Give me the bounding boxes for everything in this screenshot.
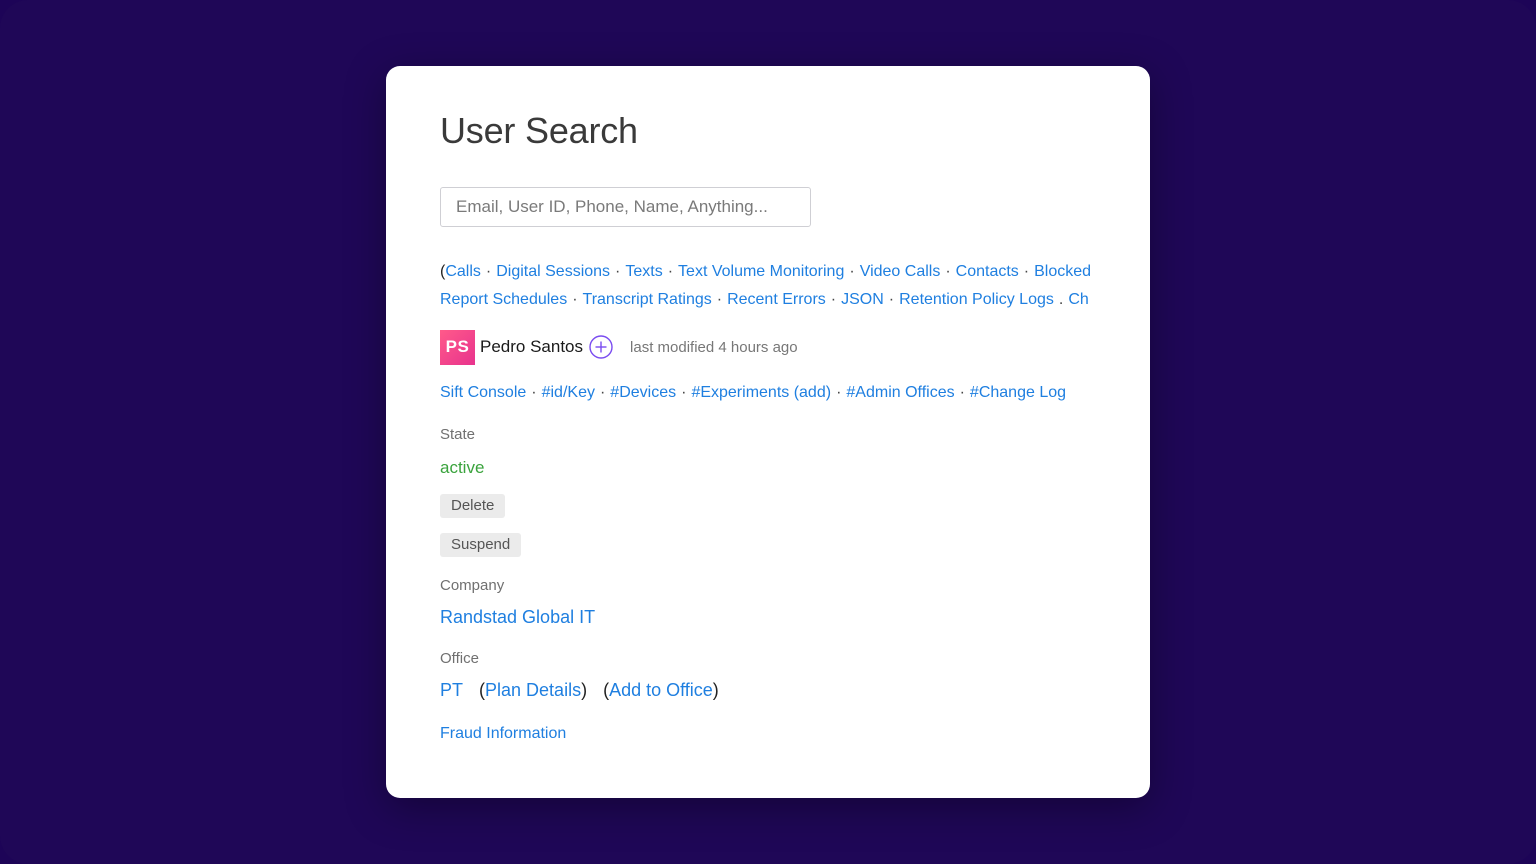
change-log-link[interactable]: #Change Log <box>970 384 1066 401</box>
company-link[interactable]: Randstad Global IT <box>440 607 595 628</box>
user-header: PS Pedro Santos last modified 4 hours ag… <box>440 329 798 365</box>
suspend-button[interactable]: Suspend <box>440 533 522 557</box>
separator: · <box>485 263 492 280</box>
user-name: Pedro Santos <box>480 337 584 356</box>
separator-dot: . <box>1058 291 1064 308</box>
texts-link[interactable]: Texts <box>625 263 662 280</box>
last-modified-text: last modified 4 hours ago <box>630 338 798 356</box>
close-paren: ) <box>581 680 588 700</box>
fraud-information-link[interactable]: Fraud Information <box>440 725 566 743</box>
json-link[interactable]: JSON <box>841 291 884 308</box>
delete-button[interactable]: Delete <box>440 494 506 518</box>
office-row: PT (Plan Details) (Add to Office) <box>440 680 719 701</box>
text-volume-monitoring-link[interactable]: Text Volume Monitoring <box>678 263 844 280</box>
separator: · <box>667 263 674 280</box>
id-key-link[interactable]: #id/Key <box>542 384 595 401</box>
digital-sessions-link[interactable]: Digital Sessions <box>496 263 610 280</box>
change-log-truncated-link[interactable]: Ch <box>1068 291 1088 308</box>
separator: · <box>1023 263 1030 280</box>
add-to-office-link[interactable]: Add to Office <box>609 680 713 700</box>
state-label: State <box>440 426 476 443</box>
separator: · <box>959 384 965 401</box>
admin-offices-link[interactable]: #Admin Offices <box>846 384 954 401</box>
page-title: User Search <box>440 110 638 151</box>
search-input[interactable] <box>440 187 811 227</box>
nav-links-row-1: (Calls · Digital Sessions · Texts · Text Volum… <box>440 263 1110 281</box>
separator: · <box>849 263 855 280</box>
add-circle-icon[interactable] <box>589 335 613 359</box>
separator: · <box>599 384 606 401</box>
blocked-link[interactable]: Blocked <box>1034 263 1091 280</box>
devices-link[interactable]: #Devices <box>610 384 676 401</box>
company-label: Company <box>440 577 505 594</box>
avatar: PS <box>440 329 475 365</box>
calls-link[interactable]: Calls <box>445 263 481 280</box>
user-links-row: Sift Console · #id/Key · #Devices · #Experimen… <box>440 384 1110 402</box>
separator: · <box>830 291 837 308</box>
separator: · <box>836 384 842 401</box>
state-value: active <box>440 458 485 477</box>
office-label: Office <box>440 650 479 667</box>
separator: · <box>681 384 687 401</box>
app-background: User Search (Calls·Digital Sessions·Text… <box>0 0 1536 864</box>
separator: · <box>945 263 951 280</box>
recent-errors-link[interactable]: Recent Errors <box>727 291 826 308</box>
video-calls-link[interactable]: Video Calls <box>860 263 941 280</box>
separator: · <box>888 291 895 308</box>
sift-console-link[interactable]: Sift Console <box>440 384 526 401</box>
separator: · <box>615 263 621 280</box>
experiments-link[interactable]: #Experiments (add) <box>691 384 831 401</box>
separator: · <box>572 291 578 308</box>
nav-links-row-2: Report Schedules · Transcript Ratings · Rece… <box>440 291 1110 309</box>
retention-policy-logs-link[interactable]: Retention Policy Logs <box>899 291 1054 308</box>
transcript-ratings-link[interactable]: Transcript Ratings <box>583 291 712 308</box>
plan-details-link[interactable]: Plan Details <box>485 680 581 700</box>
report-schedules-link[interactable]: Report Schedules <box>440 291 567 308</box>
contacts-link[interactable]: Contacts <box>956 263 1019 280</box>
close-paren: ) <box>712 680 719 700</box>
user-search-card: User Search (Calls·Digital Sessions·Text… <box>386 66 1150 798</box>
office-code-link[interactable]: PT <box>440 680 463 700</box>
separator: · <box>716 291 723 308</box>
separator: · <box>531 384 537 401</box>
